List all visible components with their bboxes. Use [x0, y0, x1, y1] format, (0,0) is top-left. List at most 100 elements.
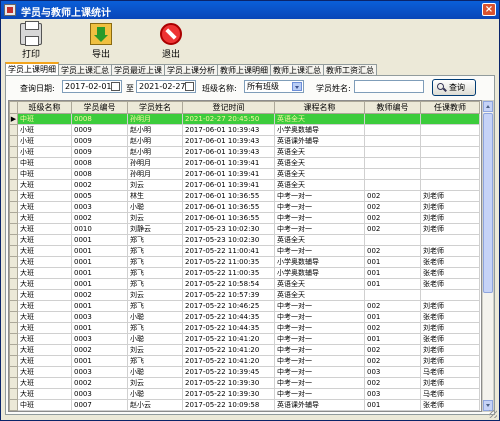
row-indicator [9, 366, 18, 378]
table-cell [364, 113, 421, 125]
table-cell: 2017-06-01 10:39:43 [182, 124, 275, 136]
table-cell: 2017-06-01 10:39:41 [182, 168, 275, 180]
table-row[interactable]: 大班 0001 郑飞 2017-05-22 10:41:20 中考一对一 002 刘老师 [9, 355, 480, 367]
table-cell: 2017-06-01 10:36:55 [182, 201, 275, 213]
date-to-field[interactable]: 2021-02-27 [136, 80, 196, 93]
table-cell: 刘老师 [420, 300, 480, 312]
table-row[interactable]: 大班 0003 小聪 2017-05-22 10:39:45 中考一对一 003 马老师 [9, 366, 480, 378]
table-cell: 0005 [71, 190, 128, 202]
table-cell: 2017-05-22 10:41:20 [182, 355, 275, 367]
table-cell: 2017-05-22 10:39:45 [182, 366, 275, 378]
tab-student-detail[interactable]: 学员上课明细 [5, 62, 59, 76]
table-cell [364, 124, 421, 136]
row-indicator [9, 388, 18, 400]
chevron-down-icon[interactable] [292, 82, 302, 91]
row-indicator [9, 201, 18, 213]
student-name-input[interactable] [354, 80, 424, 93]
table-cell: 郑飞 [127, 278, 183, 290]
table-cell: 002 [364, 344, 421, 356]
table-row[interactable]: 大班 0002 刘云 2017-05-22 10:41:20 中考一对一 002 刘老师 [9, 344, 480, 356]
column-header[interactable]: 登记时间 [182, 101, 275, 114]
table-cell: 刘云 [127, 377, 183, 389]
row-indicator [9, 267, 18, 279]
table-cell: 002 [364, 355, 421, 367]
table-row[interactable]: 大班 0010 刘静云 2017-05-23 10:02:30 中考一对一 002 刘老师 [9, 223, 480, 235]
table-row[interactable]: 大班 0002 刘云 2017-05-22 10:39:30 中考一对一 002 刘老师 [9, 377, 480, 389]
table-cell [420, 157, 480, 169]
search-button[interactable]: 查询 [432, 79, 476, 96]
table-row[interactable]: 大班 0001 郑飞 2017-05-22 11:00:35 小学奥数辅导 001 张老师 [9, 267, 480, 279]
table-cell: 刘云 [127, 179, 183, 191]
exit-button[interactable]: 退出 [151, 22, 191, 60]
column-header[interactable]: 教师编号 [364, 101, 421, 114]
table-row[interactable]: 中班 0008 孙明月 2017-06-01 10:39:41 英语全天 [9, 157, 480, 169]
table-row[interactable]: 小班 0009 赵小明 2017-06-01 10:39:43 小学奥数辅导 [9, 124, 480, 136]
date-from-field[interactable]: 2017-02-01 [62, 80, 122, 93]
table-cell: 小班 [17, 124, 72, 136]
table-cell: 2017-05-22 10:39:30 [182, 377, 275, 389]
table-row[interactable]: 大班 0002 刘云 2017-05-22 10:57:39 英语全天 [9, 289, 480, 301]
table-cell: 张老师 [420, 267, 480, 279]
calendar-icon[interactable] [185, 82, 194, 91]
print-button[interactable]: 打印 [11, 21, 51, 60]
table-row[interactable]: 大班 0003 小聪 2017-05-22 10:44:35 中考一对一 001 张老师 [9, 311, 480, 323]
table-row[interactable]: 中班 0007 赵小云 2017-05-22 10:09:58 英语课外辅导 001 张老师 [9, 399, 480, 411]
vertical-scrollbar[interactable] [482, 100, 494, 412]
table-cell: 中考一对一 [274, 201, 365, 213]
table-row[interactable]: 大班 0002 刘云 2017-06-01 10:39:41 英语全天 [9, 179, 480, 191]
calendar-icon[interactable] [111, 82, 120, 91]
table-cell: 2017-05-22 10:46:25 [182, 300, 275, 312]
table-row[interactable]: 小班 0009 赵小明 2017-06-01 10:39:43 英语课外辅导 [9, 135, 480, 147]
table-row[interactable]: 大班 0003 小聪 2017-05-22 10:41:20 中考一对一 001 张老师 [9, 333, 480, 345]
table-cell: 刘老师 [420, 322, 480, 334]
scroll-up-icon[interactable] [483, 101, 493, 112]
table-row[interactable]: 大班 0001 郑飞 2017-05-22 10:44:35 中考一对一 002 刘老师 [9, 322, 480, 334]
table-cell: 001 [364, 278, 421, 290]
table-cell: 002 [364, 190, 421, 202]
table-cell: 0001 [71, 267, 128, 279]
table-row[interactable]: 大班 0001 郑飞 2017-05-23 10:02:30 英语全天 [9, 234, 480, 246]
table-row[interactable]: 大班 0001 郑飞 2017-05-22 11:00:41 中考一对一 002 刘老师 [9, 245, 480, 257]
toolbar: 打印 导出 退出 [1, 20, 499, 62]
column-header[interactable]: 学员编号 [71, 101, 128, 114]
row-indicator [9, 289, 18, 301]
column-header[interactable]: 学员姓名 [127, 101, 183, 114]
table-row[interactable]: 大班 0005 林生 2017-06-01 10:36:55 中考一对一 002 刘老师 [9, 190, 480, 202]
table-row[interactable]: 大班 0001 郑飞 2017-05-22 11:00:35 小学奥数辅导 001 张老师 [9, 256, 480, 268]
table-row[interactable]: 大班 0001 郑飞 2017-05-22 10:58:54 英语全天 001 张老师 [9, 278, 480, 290]
column-header[interactable]: 任课教师 [420, 101, 480, 114]
table-cell: 2017-06-01 10:36:55 [182, 190, 275, 202]
table-row[interactable]: 大班 0002 刘云 2017-06-01 10:36:55 中考一对一 002 刘老师 [9, 212, 480, 224]
table-row[interactable]: 小班 0009 赵小明 2017-06-01 10:39:43 英语全天 [9, 146, 480, 158]
resize-grip[interactable] [489, 410, 497, 418]
column-header[interactable]: 课程名称 [274, 101, 365, 114]
query-bar: 查询日期: 2017-02-01 至 2021-02-27 班级名称: 所有班级… [6, 76, 494, 100]
class-select[interactable]: 所有班级 [244, 80, 304, 93]
table-cell: 赵小明 [127, 124, 183, 136]
table-cell: 刘老师 [420, 377, 480, 389]
column-header[interactable]: 班级名称 [17, 101, 72, 114]
table-row[interactable]: 大班 0001 郑飞 2017-05-22 10:46:25 中考一对一 002 刘老师 [9, 300, 480, 312]
window-title: 学员与教师上课统计 [21, 8, 111, 19]
table-cell: 孙明月 [127, 168, 183, 180]
table-cell: 小班 [17, 135, 72, 147]
table-row[interactable]: 大班 0003 小聪 2017-06-01 10:36:55 中考一对一 002 刘老师 [9, 201, 480, 213]
table-row[interactable]: ▶ 中班 0008 孙明月 2021-02-27 20:45:50 英语全天 [9, 113, 480, 125]
date-from-value: 2017-02-01 [65, 82, 112, 91]
close-button[interactable]: × [482, 3, 496, 16]
table-cell: 张老师 [420, 256, 480, 268]
class-label: 班级名称: [202, 84, 237, 93]
table-cell: 2017-05-22 10:44:35 [182, 322, 275, 334]
table-cell: 英语全天 [274, 179, 365, 191]
table-row[interactable]: 大班 0003 小聪 2017-05-22 10:39:30 中考一对一 003 马老师 [9, 388, 480, 400]
export-button[interactable]: 导出 [81, 22, 121, 60]
table-cell [364, 289, 421, 301]
table-cell: 大班 [17, 311, 72, 323]
to-label: 至 [126, 84, 134, 93]
scroll-thumb[interactable] [483, 113, 493, 293]
table-cell: 郑飞 [127, 300, 183, 312]
table-row[interactable]: 中班 0008 孙明月 2017-06-01 10:39:41 英语全天 [9, 168, 480, 180]
table-cell: 0008 [71, 113, 128, 125]
title-bar: 学员与教师上课统计 × [1, 1, 499, 19]
table-cell: 大班 [17, 300, 72, 312]
